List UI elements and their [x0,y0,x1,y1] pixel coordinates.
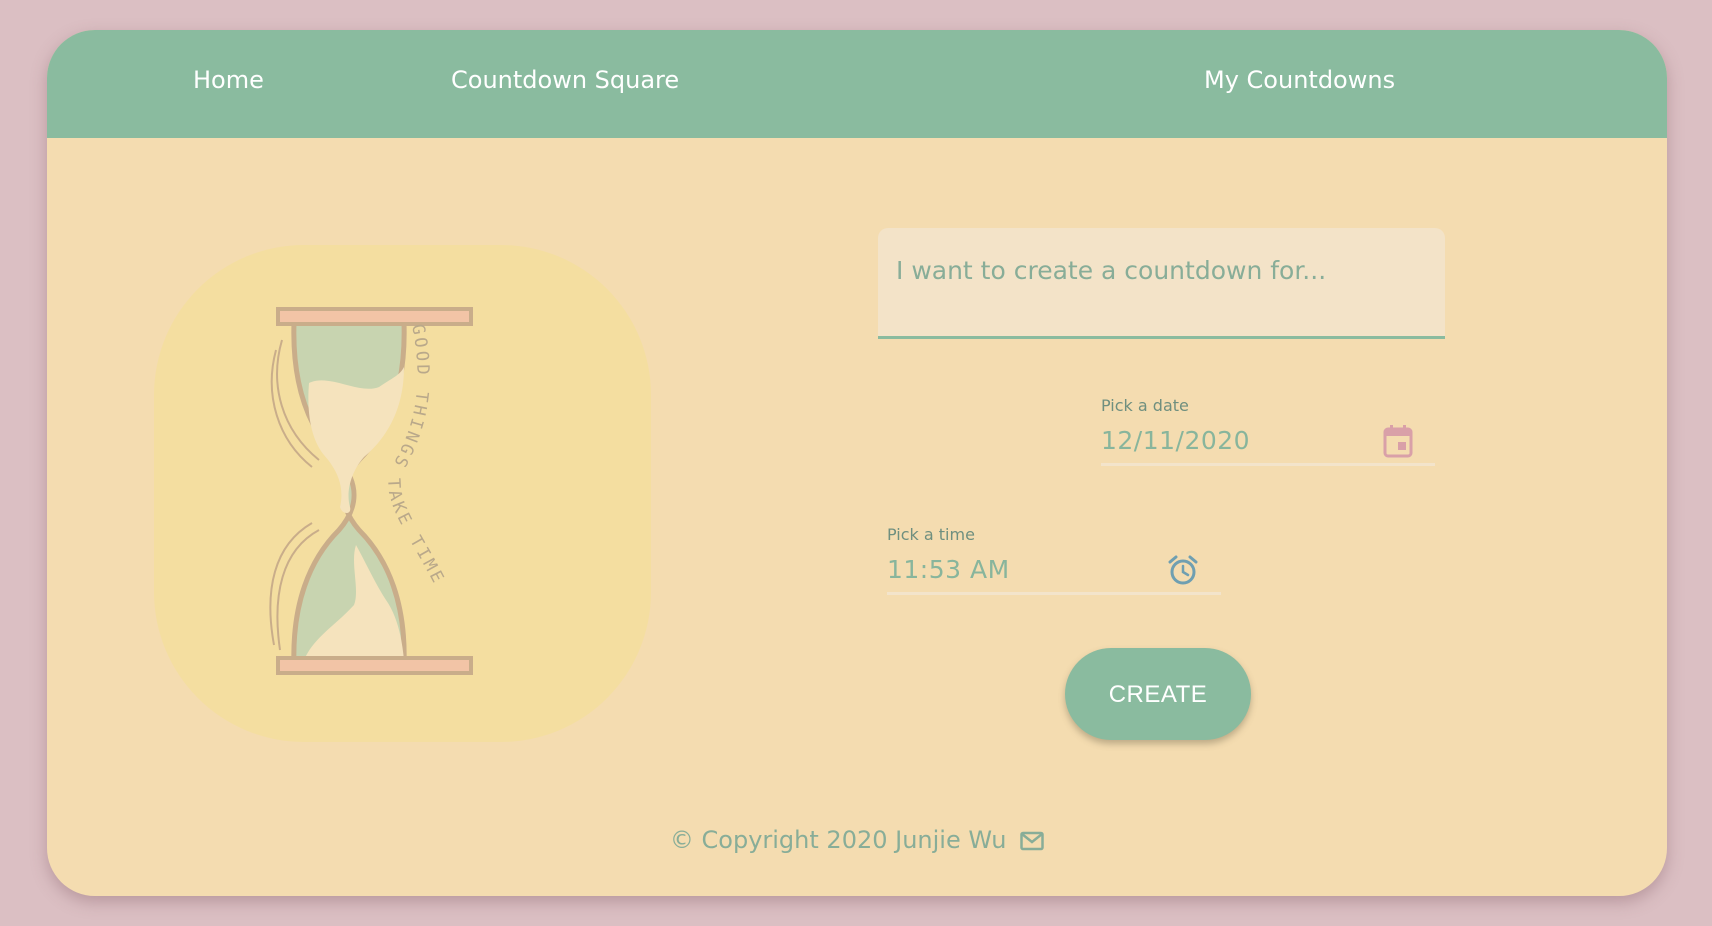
time-picker-label: Pick a time [887,525,975,544]
app-card: Home Countdown Square My Countdowns GOOD… [47,30,1667,896]
time-picker-value[interactable]: 11:53 AM [887,555,1010,584]
date-picker-underline [1101,463,1435,466]
mail-icon[interactable] [1020,831,1044,851]
hourglass-icon [269,307,473,675]
hourglass-illustration: GOOD THINGS TAKE TIME [269,307,473,675]
create-button[interactable]: CREATE [1065,648,1251,740]
calendar-icon[interactable] [1383,424,1413,458]
nav-countdown-square-link[interactable]: Countdown Square [451,65,679,95]
copyright-text: © Copyright 2020 Junjie Wu [669,826,1007,854]
countdown-title-field [878,228,1445,339]
footer: © Copyright 2020 Junjie Wu [47,826,1667,854]
nav-my-countdowns-link[interactable]: My Countdowns [1204,65,1395,95]
date-picker-label: Pick a date [1101,396,1189,415]
nav-home-link[interactable]: Home [193,65,264,95]
time-picker-underline [887,592,1221,595]
countdown-title-input[interactable] [896,250,1426,290]
alarm-clock-icon[interactable] [1167,554,1199,586]
top-navbar: Home Countdown Square My Countdowns [47,30,1667,138]
date-picker-value[interactable]: 12/11/2020 [1101,426,1250,455]
